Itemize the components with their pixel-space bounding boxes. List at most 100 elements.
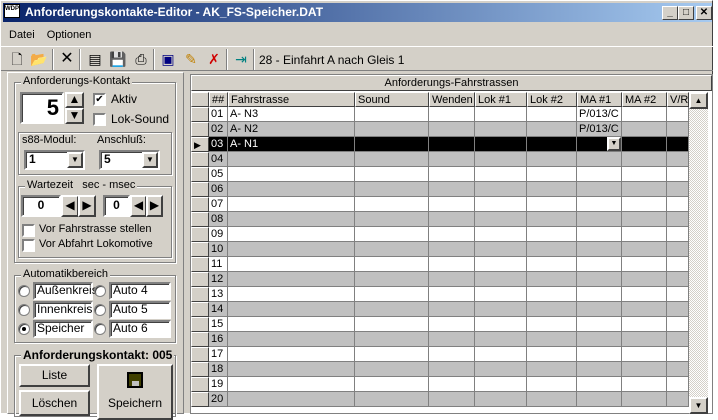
table-cell[interactable] (667, 152, 689, 167)
table-cell[interactable] (527, 182, 577, 197)
table-cell[interactable] (577, 392, 622, 407)
table-cell[interactable] (228, 152, 355, 167)
automatik-radio[interactable] (94, 323, 106, 335)
table-cell[interactable] (527, 302, 577, 317)
table-cell[interactable] (429, 137, 475, 152)
msec-increase-button[interactable]: ▶ (146, 195, 163, 217)
table-cell[interactable]: A- N3 (228, 107, 355, 122)
table-cell[interactable] (228, 392, 355, 407)
table-cell[interactable] (622, 137, 667, 152)
table-cell[interactable] (622, 362, 667, 377)
table-cell[interactable]: A- N1 (228, 137, 355, 152)
table-cell[interactable] (429, 107, 475, 122)
table-cell[interactable] (527, 212, 577, 227)
row-selector[interactable] (191, 107, 209, 122)
table-cell[interactable] (429, 212, 475, 227)
row-selector[interactable] (191, 122, 209, 137)
table-cell[interactable] (667, 302, 689, 317)
table-cell[interactable] (475, 332, 527, 347)
row-selector[interactable] (191, 302, 209, 317)
table-cell[interactable] (667, 377, 689, 392)
table-cell[interactable]: ▼ (577, 137, 622, 152)
row-selector[interactable] (191, 332, 209, 347)
table-cell[interactable] (228, 272, 355, 287)
table-cell[interactable] (355, 152, 429, 167)
row-number[interactable]: 19 (209, 377, 228, 392)
table-cell[interactable] (228, 377, 355, 392)
table-cell[interactable] (355, 272, 429, 287)
table-cell[interactable] (667, 392, 689, 407)
row-selector[interactable] (191, 362, 209, 377)
table-cell[interactable] (577, 227, 622, 242)
table-cell[interactable] (622, 272, 667, 287)
table-cell[interactable] (228, 257, 355, 272)
table-cell[interactable] (622, 287, 667, 302)
table-cell[interactable] (475, 392, 527, 407)
table-cell[interactable] (622, 317, 667, 332)
row-number[interactable]: 18 (209, 362, 228, 377)
column-header[interactable]: MA #1 (577, 92, 622, 107)
table-cell[interactable] (475, 302, 527, 317)
table-cell[interactable] (577, 182, 622, 197)
table-cell[interactable] (475, 347, 527, 362)
table-cell[interactable] (667, 182, 689, 197)
table-cell[interactable] (228, 182, 355, 197)
automatik-radio[interactable] (18, 304, 30, 316)
row-selector[interactable] (191, 197, 209, 212)
s88-modul-select[interactable]: 1 ▼ (24, 150, 85, 170)
row-selector[interactable] (191, 347, 209, 362)
table-cell[interactable] (577, 362, 622, 377)
table-cell[interactable] (355, 197, 429, 212)
menu-optionen[interactable]: Optionen (41, 25, 98, 45)
row-selector[interactable] (191, 287, 209, 302)
table-cell[interactable] (475, 167, 527, 182)
table-cell[interactable] (527, 167, 577, 182)
table-cell[interactable] (475, 182, 527, 197)
close-button[interactable]: ✕ (696, 6, 712, 20)
row-number[interactable]: 06 (209, 182, 228, 197)
table-cell[interactable] (355, 302, 429, 317)
automatik-option-field[interactable]: Außenkreis (33, 282, 98, 300)
table-cell[interactable] (228, 317, 355, 332)
table-cell[interactable] (667, 137, 689, 152)
automatik-radio[interactable] (18, 323, 30, 335)
sec-field[interactable]: 0 (21, 195, 61, 217)
speichern-button[interactable]: Speichern (97, 364, 173, 420)
table-cell[interactable] (355, 107, 429, 122)
automatik-radio[interactable] (18, 285, 30, 297)
row-number[interactable]: 15 (209, 317, 228, 332)
table-cell[interactable] (475, 362, 527, 377)
row-number[interactable]: 12 (209, 272, 228, 287)
table-cell[interactable]: A- N2 (228, 122, 355, 137)
table-cell[interactable] (622, 242, 667, 257)
table-cell[interactable] (228, 212, 355, 227)
table-cell[interactable] (429, 392, 475, 407)
table-cell[interactable] (622, 302, 667, 317)
table-cell[interactable] (667, 212, 689, 227)
table-cell[interactable] (527, 242, 577, 257)
automatik-option-field[interactable]: Innenkreis (33, 301, 93, 319)
delete-icon[interactable]: ✕ (57, 50, 77, 68)
table-cell[interactable] (667, 122, 689, 137)
number-down-button[interactable]: ▼ (65, 108, 84, 124)
open-folder-icon[interactable]: 📂 (29, 50, 49, 68)
loksound-checkbox[interactable] (93, 113, 106, 126)
table-cell[interactable] (475, 242, 527, 257)
table-cell[interactable] (355, 362, 429, 377)
minimize-button[interactable]: _ (662, 6, 678, 20)
table-cell[interactable] (622, 347, 667, 362)
table-cell[interactable] (577, 317, 622, 332)
table-cell[interactable] (429, 287, 475, 302)
table-cell[interactable] (475, 197, 527, 212)
table-cell[interactable] (527, 377, 577, 392)
row-selector[interactable] (191, 212, 209, 227)
new-file-icon[interactable]: 🗋 (7, 50, 27, 68)
table-cell[interactable] (429, 167, 475, 182)
row-selector[interactable] (191, 392, 209, 407)
table-cell[interactable] (355, 332, 429, 347)
current-row-arrow-icon[interactable]: ▶ (191, 137, 209, 152)
maximize-button[interactable]: □ (678, 6, 694, 20)
table-cell[interactable] (429, 152, 475, 167)
table-cell[interactable] (527, 287, 577, 302)
row-number[interactable]: 17 (209, 347, 228, 362)
